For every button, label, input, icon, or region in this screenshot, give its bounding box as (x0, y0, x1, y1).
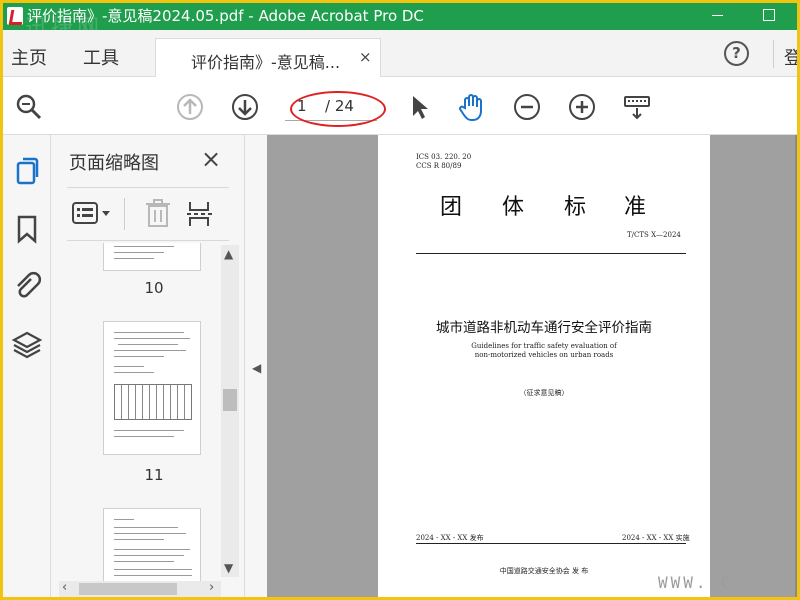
document-page: ICS 03. 220. 20 CCS R 80/89 团 体 标 准 T/CT… (378, 135, 710, 597)
thumbnail-page-10[interactable] (103, 243, 201, 271)
page-number-field[interactable]: 1 / 24 (285, 93, 377, 121)
acrobat-app-icon (7, 7, 23, 25)
page-up-icon[interactable] (174, 91, 206, 123)
thumbnails-vertical-scrollbar[interactable]: ▲ ▼ (221, 245, 239, 577)
pages-icon[interactable] (9, 153, 45, 189)
acrobat-window: 评价指南》-意见稿2024.05.pdf - Adobe Acrobat Pro… (3, 3, 797, 597)
panel-collapse-handle[interactable]: ◀ (245, 135, 267, 597)
release-date: 2024 - XX - XX 发布 (416, 534, 484, 542)
thumbnail-page-11[interactable] (103, 321, 201, 455)
layers-icon[interactable] (9, 327, 45, 363)
page-down-icon[interactable] (229, 91, 261, 123)
heading-char: 体 (502, 195, 525, 220)
window-title: 评价指南》-意见稿2024.05.pdf - Adobe Acrobat Pro… (27, 7, 424, 25)
zoom-icon[interactable] (13, 91, 45, 123)
navigation-rail (3, 135, 51, 597)
scroll-right-icon[interactable]: › (209, 580, 214, 595)
select-cursor-icon[interactable] (403, 91, 435, 123)
document-title-en-1: Guidelines for traffic safety evaluation… (471, 342, 617, 350)
minimize-button[interactable] (697, 3, 737, 30)
toolbar-divider (124, 198, 125, 230)
draft-note: （征求意见稿） (519, 389, 569, 397)
heading-char: 团 (440, 195, 463, 220)
watermark-bottom-right: WWW. C (658, 573, 734, 592)
menu-separator (773, 40, 774, 68)
bookmark-icon[interactable] (9, 211, 45, 247)
scroll-down-icon[interactable]: ▼ (224, 561, 233, 575)
login-button[interactable]: 登 (784, 44, 797, 70)
collapse-arrow-icon: ◀ (252, 361, 262, 375)
delete-icon[interactable] (143, 198, 173, 228)
heading-char: 标 (564, 195, 587, 220)
bottom-rule (416, 543, 686, 544)
tab-close-icon[interactable]: × (359, 48, 372, 66)
minimize-icon (711, 14, 723, 16)
options-icon[interactable] (71, 198, 113, 228)
attachment-icon[interactable] (9, 269, 45, 305)
title-bar: 评价指南》-意见稿2024.05.pdf - Adobe Acrobat Pro… (3, 3, 797, 30)
ccs-code: CCS R 80/89 (416, 162, 462, 170)
maximize-icon (763, 9, 775, 21)
toolbar: 1 / 24 (3, 77, 797, 135)
document-scrollbar[interactable] (795, 135, 797, 597)
menu-bar: 主页 工具 评价指南》-意见稿... × ? 登 (3, 30, 797, 78)
page-total-label: / 24 (325, 97, 354, 115)
scroll-left-icon[interactable]: ‹ (62, 580, 67, 595)
document-title-en-2: non-motorized vehicles on urban roads (474, 351, 614, 359)
page-thumbnails-panel: 页面缩略图 × 10 11 ▲ ▼ ‹ › (51, 135, 245, 597)
maximize-button[interactable] (749, 3, 789, 30)
menu-home[interactable]: 主页 (11, 44, 47, 70)
keyboard-icon[interactable] (621, 91, 653, 123)
thumbnail-number: 10 (144, 279, 164, 297)
hand-tool-icon[interactable] (456, 91, 488, 123)
close-panel-icon[interactable]: × (201, 145, 221, 173)
scroll-up-icon[interactable]: ▲ (224, 247, 233, 261)
document-viewer[interactable]: ICS 03. 220. 20 CCS R 80/89 团 体 标 准 T/CT… (267, 135, 797, 597)
extract-icon[interactable] (185, 198, 215, 228)
thumbnail-number: 11 (144, 466, 164, 484)
page-current-input[interactable]: 1 (297, 97, 307, 115)
thumbnails-title: 页面缩略图 (69, 153, 159, 174)
standard-number: T/CTS X—2024 (627, 231, 681, 239)
scrollbar-thumb[interactable] (223, 389, 237, 411)
implementation-date: 2024 - XX - XX 实施 (622, 534, 690, 542)
document-tab[interactable]: 评价指南》-意见稿... × (155, 38, 381, 78)
top-rule (416, 253, 686, 254)
document-tab-label: 评价指南》-意见稿... (191, 53, 341, 72)
thumbnails-horizontal-scrollbar[interactable]: ‹ › (59, 580, 221, 597)
zoom-in-icon[interactable] (566, 91, 598, 123)
heading-char: 准 (624, 195, 647, 220)
zoom-out-icon[interactable] (511, 91, 543, 123)
horizontal-scrollbar-thumb[interactable] (79, 583, 177, 595)
thumbnails-toolbar (67, 187, 229, 241)
ics-code: ICS 03. 220. 20 (416, 153, 472, 161)
thumbnails-list: 10 11 (51, 243, 245, 597)
thumbnail-table (114, 384, 192, 420)
document-title-cn: 城市道路非机动车通行安全评价指南 (436, 320, 652, 336)
help-icon[interactable]: ? (724, 41, 749, 66)
menu-tools[interactable]: 工具 (83, 44, 119, 70)
